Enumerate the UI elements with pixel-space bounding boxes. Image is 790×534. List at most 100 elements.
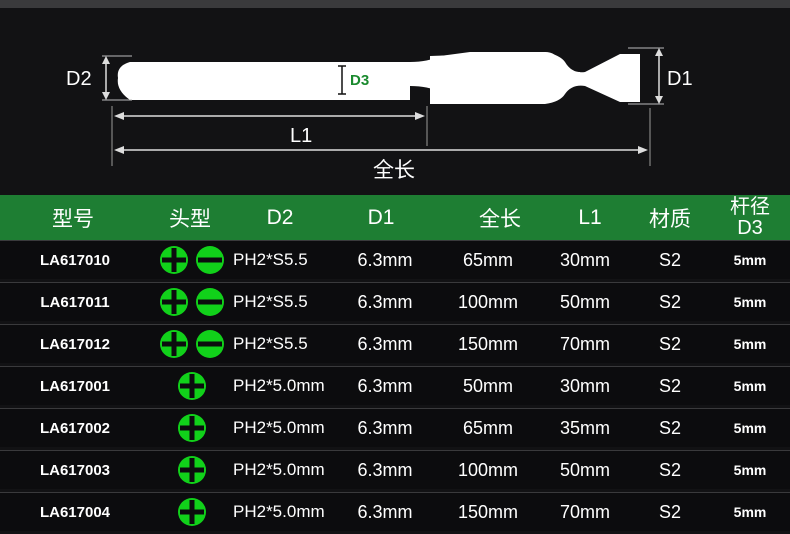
cell-d3: 5mm	[733, 336, 767, 352]
cell-l1: 50mm	[559, 291, 610, 312]
cell-model: LA617003	[39, 461, 111, 479]
slotted-icon	[196, 246, 224, 274]
phillips-icon	[160, 330, 188, 358]
cell-d2: PH2*5.0mm	[233, 418, 325, 437]
spec-table-body: LA617010 PH2*S5.5 6.3mm 65mm 30mm S2 5mm LA6170…	[0, 240, 790, 534]
cell-d1: 6.3mm	[357, 291, 413, 312]
header-head-type: 头型	[169, 207, 211, 231]
cell-full-length: 65mm	[462, 417, 513, 438]
header-shank-line2: D3	[737, 216, 763, 239]
cell-model: LA617004	[39, 503, 111, 521]
cell-d2: PH2*5.0mm	[233, 376, 325, 395]
cell-d2: PH2*5.0mm	[233, 460, 325, 479]
label-d1: D1	[667, 68, 693, 90]
cell-d1: 6.3mm	[357, 417, 413, 438]
cell-material: S2	[658, 249, 682, 270]
cell-d3: 5mm	[733, 294, 767, 310]
l1-arrow-left	[114, 112, 124, 120]
cell-material: S2	[658, 333, 682, 354]
cell-model: LA617012	[39, 335, 111, 353]
cell-head-type	[138, 325, 246, 363]
cell-full-length: 100mm	[457, 291, 519, 312]
label-full-length: 全长	[373, 158, 415, 182]
cell-l1: 70mm	[559, 501, 610, 522]
cell-head-type	[138, 367, 246, 405]
table-row: LA617004 PH2*5.0mm 6.3mm 150mm 70mm S2 5mm	[0, 492, 790, 531]
phillips-icon	[160, 288, 188, 316]
cell-d2: PH2*S5.5	[233, 334, 308, 353]
phillips-icon	[178, 372, 206, 400]
header-material: 材质	[649, 207, 691, 231]
header-full-length: 全长	[479, 207, 521, 231]
header-l1: L1	[578, 205, 602, 229]
d1-arrow-up	[655, 48, 663, 56]
cell-d3: 5mm	[733, 378, 767, 394]
d1-arrow-down	[655, 96, 663, 104]
phillips-icon	[178, 414, 206, 442]
cell-full-length: 100mm	[457, 459, 519, 480]
cell-d1: 6.3mm	[357, 459, 413, 480]
cell-full-length: 150mm	[457, 333, 519, 354]
cell-material: S2	[658, 417, 682, 438]
cell-d3: 5mm	[733, 504, 767, 520]
cell-head-type	[138, 283, 246, 321]
cell-material: S2	[658, 459, 682, 480]
cell-d3: 5mm	[733, 462, 767, 478]
cell-head-type	[138, 241, 246, 279]
cell-model: LA617010	[39, 251, 111, 269]
cell-head-type	[138, 493, 246, 531]
slotted-icon	[196, 330, 224, 358]
cell-l1: 50mm	[559, 459, 610, 480]
table-header: 型号 头型 D2 D1 全长 L1 材质 杆径 D3	[0, 195, 790, 240]
cell-full-length: 150mm	[457, 501, 519, 522]
cell-material: S2	[658, 501, 682, 522]
cell-l1: 70mm	[559, 333, 610, 354]
cell-d2: PH2*S5.5	[233, 250, 308, 269]
table-row: LA617010 PH2*S5.5 6.3mm 65mm 30mm S2 5mm	[0, 240, 790, 279]
table-row: LA617012 PH2*S5.5 6.3mm 150mm 70mm S2 5mm	[0, 324, 790, 363]
header-d1: D1	[367, 205, 395, 229]
top-edge	[0, 0, 790, 8]
phillips-icon	[178, 456, 206, 484]
cell-l1: 30mm	[559, 375, 610, 396]
header-shank-line1: 杆径	[730, 195, 770, 218]
cell-full-length: 65mm	[462, 249, 513, 270]
d2-arrow-down	[102, 92, 110, 100]
table-row: LA617003 PH2*5.0mm 6.3mm 100mm 50mm S2 5mm	[0, 450, 790, 489]
cell-l1: 35mm	[559, 417, 610, 438]
cell-d3: 5mm	[733, 252, 767, 268]
table-row: LA617001 PH2*5.0mm 6.3mm 50mm 30mm S2 5mm	[0, 366, 790, 405]
cell-d1: 6.3mm	[357, 333, 413, 354]
slotted-icon	[196, 288, 224, 316]
cell-d1: 6.3mm	[357, 375, 413, 396]
phillips-icon	[178, 498, 206, 526]
bit-hex-end	[430, 52, 640, 104]
bit-dimension-diagram: D3 D2 D1 L1 全长	[0, 0, 790, 182]
label-l1: L1	[290, 125, 312, 147]
d2-arrow-up	[102, 56, 110, 64]
cell-full-length: 50mm	[462, 375, 513, 396]
cell-head-type	[138, 409, 246, 447]
cell-material: S2	[658, 375, 682, 396]
cell-l1: 30mm	[559, 249, 610, 270]
cell-d3: 5mm	[733, 420, 767, 436]
cell-d1: 6.3mm	[357, 501, 413, 522]
cell-material: S2	[658, 291, 682, 312]
cell-model: LA617011	[40, 293, 110, 311]
header-shank: 杆径 D3	[715, 195, 785, 240]
label-d3: D3	[350, 72, 369, 89]
cell-d2: PH2*S5.5	[233, 292, 308, 311]
phillips-icon	[160, 246, 188, 274]
full-arrow-left	[114, 146, 124, 154]
cell-model: LA617002	[39, 419, 111, 437]
header-model: 型号	[52, 207, 94, 231]
cell-d1: 6.3mm	[357, 249, 413, 270]
cell-d2: PH2*5.0mm	[233, 502, 325, 521]
label-d2: D2	[66, 68, 92, 90]
cell-model: LA617001	[39, 377, 111, 395]
table-row: LA617011 PH2*S5.5 6.3mm 100mm 50mm S2 5mm	[0, 282, 790, 321]
full-arrow-right	[638, 146, 648, 154]
cell-head-type	[138, 451, 246, 489]
table-row: LA617002 PH2*5.0mm 6.3mm 65mm 35mm S2 5mm	[0, 408, 790, 447]
l1-arrow-right	[415, 112, 425, 120]
